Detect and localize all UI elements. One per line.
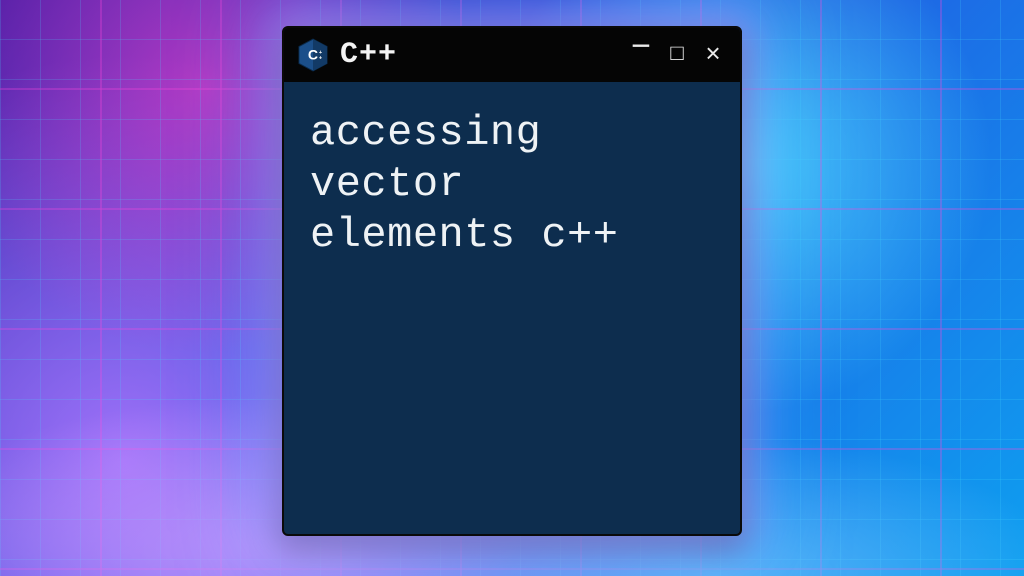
minimize-button[interactable]: − — [628, 36, 654, 62]
svg-text:C: C — [308, 47, 318, 63]
maximize-button[interactable]: □ — [664, 42, 690, 68]
background: C + + C++ − □ × accessing vector element… — [0, 0, 1024, 576]
titlebar[interactable]: C + + C++ − □ × — [284, 28, 740, 82]
terminal-window: C + + C++ − □ × accessing vector element… — [282, 26, 742, 536]
window-controls: − □ × — [628, 42, 726, 68]
window-title: C++ — [340, 38, 616, 72]
close-button[interactable]: × — [700, 42, 726, 68]
terminal-content: accessing vector elements c++ — [284, 82, 740, 534]
cpp-icon: C + + — [298, 38, 328, 72]
